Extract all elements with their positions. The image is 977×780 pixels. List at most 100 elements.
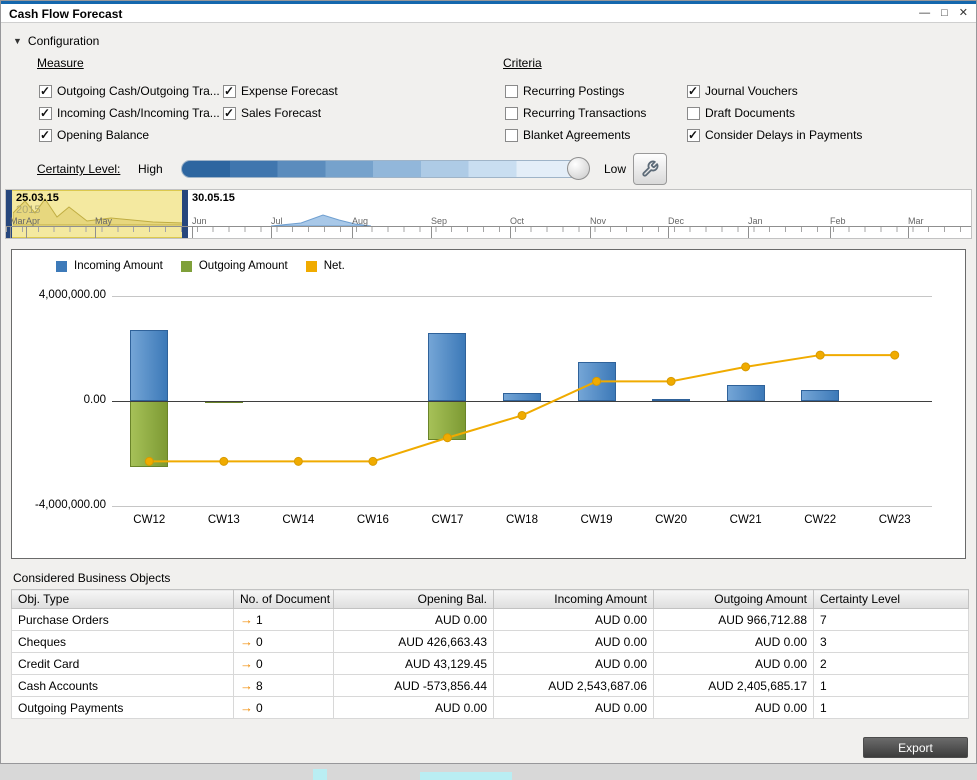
timeline-month-tick <box>192 227 193 238</box>
checkbox-sales-forecast[interactable]: Sales Forecast <box>223 106 321 120</box>
legend-label: Outgoing Amount <box>199 260 288 272</box>
timeline-strip[interactable]: 25.03.15 2015 30.05.15 MarAprMayJunJulAu… <box>5 189 972 239</box>
titlebar: Cash Flow Forecast — □ ✕ <box>1 1 976 23</box>
x-tick-label: CW19 <box>567 514 627 526</box>
link-arrow-icon[interactable]: → <box>240 612 253 627</box>
legend-item-incoming[interactable]: Incoming Amount <box>56 260 163 272</box>
background-artifact <box>420 772 512 780</box>
column-header-outgoing-amount[interactable]: Outgoing Amount <box>654 590 814 609</box>
maximize-icon[interactable]: □ <box>941 6 948 20</box>
link-arrow-icon[interactable]: → <box>240 678 253 693</box>
checkbox-journal-vouchers[interactable]: Journal Vouchers <box>687 84 798 98</box>
checkbox-label: Blanket Agreements <box>523 128 630 142</box>
certainty-slider-track[interactable] <box>181 160 581 178</box>
timeline-month-tick <box>748 227 749 238</box>
checkbox-opening-balance[interactable]: Opening Balance <box>39 128 149 142</box>
timeline-month-tick <box>830 227 831 238</box>
cell-incoming-amount: AUD 0.00 <box>494 697 654 719</box>
checkbox-expense-forecast[interactable]: Expense Forecast <box>223 84 338 98</box>
link-arrow-icon[interactable]: → <box>240 656 253 671</box>
cell-incoming-amount: AUD 0.00 <box>494 653 654 675</box>
cell-certainty-level: 7 <box>814 609 969 631</box>
checkbox-label: Recurring Transactions <box>523 106 646 120</box>
checkbox-icon[interactable] <box>39 85 52 98</box>
column-header-incoming-amount[interactable]: Incoming Amount <box>494 590 654 609</box>
legend-label: Net. <box>324 260 345 272</box>
checkbox-icon[interactable] <box>687 107 700 120</box>
table-row[interactable]: Credit Card→0AUD 43,129.45AUD 0.00AUD 0.… <box>12 653 969 675</box>
x-tick-label: CW18 <box>492 514 552 526</box>
legend-item-outgoing[interactable]: Outgoing Amount <box>181 260 288 272</box>
checkbox-recurring-postings[interactable]: Recurring Postings <box>505 84 624 98</box>
chart-legend: Incoming Amount Outgoing Amount Net. <box>56 260 345 272</box>
timeline-month-tick <box>352 227 353 238</box>
chevron-down-icon: ▼ <box>13 36 22 46</box>
business-objects-title: Considered Business Objects <box>13 571 170 585</box>
timeline-month-label: Nov <box>590 216 606 226</box>
checkbox-outgoing-cash[interactable]: Outgoing Cash/Outgoing Tra... <box>39 84 220 98</box>
settings-button[interactable] <box>633 153 667 185</box>
checkbox-icon[interactable] <box>505 85 518 98</box>
column-header-obj-type[interactable]: Obj. Type <box>12 590 234 609</box>
link-arrow-icon[interactable]: → <box>240 634 253 649</box>
cell-no-of-documents: →0 <box>234 697 334 719</box>
x-tick-label: CW13 <box>194 514 254 526</box>
x-tick-label: CW23 <box>865 514 925 526</box>
timeline-month-label: Feb <box>830 216 846 226</box>
cell-obj-type: Cash Accounts <box>12 675 234 697</box>
checkbox-icon[interactable] <box>687 85 700 98</box>
column-header-opening-bal[interactable]: Opening Bal. <box>334 590 494 609</box>
cell-incoming-amount: AUD 2,543,687.06 <box>494 675 654 697</box>
table-row[interactable]: Cheques→0AUD 426,663.43AUD 0.00AUD 0.003 <box>12 631 969 653</box>
incoming-swatch-icon <box>56 261 67 272</box>
timeline-month-tick <box>510 227 511 238</box>
checkbox-icon[interactable] <box>39 107 52 120</box>
timeline-month-label: Dec <box>668 216 684 226</box>
timeline-month-tick <box>271 227 272 238</box>
checkbox-icon[interactable] <box>687 129 700 142</box>
configuration-section-toggle[interactable]: ▼ Configuration <box>13 34 99 48</box>
checkbox-icon[interactable] <box>505 107 518 120</box>
timeline-month-label: May <box>95 216 112 226</box>
timeline-year: 2015 <box>16 204 40 216</box>
checkbox-icon[interactable] <box>39 129 52 142</box>
cell-opening-balance: AUD 43,129.45 <box>334 653 494 675</box>
export-button[interactable]: Export <box>863 737 968 758</box>
table-row[interactable]: Outgoing Payments→0AUD 0.00AUD 0.00AUD 0… <box>12 697 969 719</box>
certainty-slider-handle[interactable] <box>567 157 590 180</box>
checkbox-icon[interactable] <box>505 129 518 142</box>
cell-outgoing-amount: AUD 0.00 <box>654 653 814 675</box>
cell-obj-type: Purchase Orders <box>12 609 234 631</box>
close-icon[interactable]: ✕ <box>959 6 968 20</box>
criteria-group-label[interactable]: Criteria <box>503 56 542 70</box>
checkbox-consider-delays[interactable]: Consider Delays in Payments <box>687 128 862 142</box>
checkbox-draft-documents[interactable]: Draft Documents <box>687 106 795 120</box>
checkbox-icon[interactable] <box>223 107 236 120</box>
column-header-certainty-level[interactable]: Certainty Level <box>814 590 969 609</box>
measure-group-label[interactable]: Measure <box>37 56 84 70</box>
y-tick-label: 0.00 <box>12 394 106 406</box>
cell-outgoing-amount: AUD 0.00 <box>654 697 814 719</box>
x-tick-label: CW14 <box>268 514 328 526</box>
checkbox-label: Consider Delays in Payments <box>705 128 862 142</box>
table-row[interactable]: Cash Accounts→8AUD -573,856.44AUD 2,543,… <box>12 675 969 697</box>
checkbox-incoming-cash[interactable]: Incoming Cash/Incoming Tra... <box>39 106 220 120</box>
timeline-month-label: Sep <box>431 216 447 226</box>
checkbox-recurring-transactions[interactable]: Recurring Transactions <box>505 106 646 120</box>
y-tick-label: -4,000,000.00 <box>12 499 106 511</box>
x-tick-label: CW16 <box>343 514 403 526</box>
timeline-month-tick <box>26 227 27 238</box>
table-row[interactable]: Purchase Orders→1AUD 0.00AUD 0.00AUD 966… <box>12 609 969 631</box>
legend-item-net[interactable]: Net. <box>306 260 345 272</box>
certainty-level-label[interactable]: Certainty Level: <box>37 162 120 176</box>
checkbox-blanket-agreements[interactable]: Blanket Agreements <box>505 128 630 142</box>
cell-no-of-documents: →0 <box>234 631 334 653</box>
wrench-icon <box>641 160 659 178</box>
gridline <box>112 506 932 507</box>
column-header-no-of-document[interactable]: No. of Document <box>234 590 334 609</box>
timeline-month-tick <box>908 227 909 238</box>
cash-flow-chart: Incoming Amount Outgoing Amount Net. 4,0… <box>11 249 966 559</box>
link-arrow-icon[interactable]: → <box>240 700 253 715</box>
minimize-icon[interactable]: — <box>919 6 930 20</box>
checkbox-icon[interactable] <box>223 85 236 98</box>
